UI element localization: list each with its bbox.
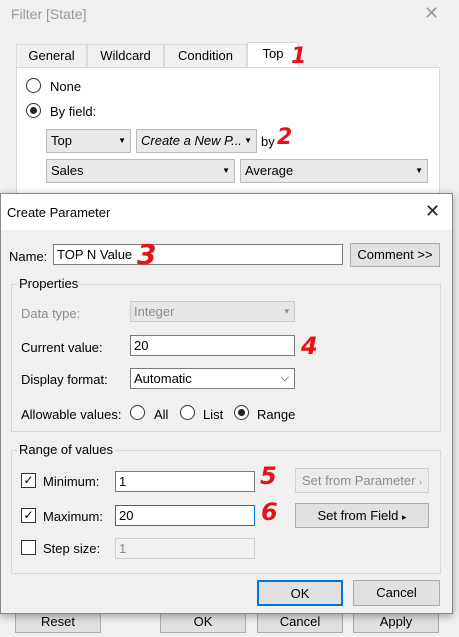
- annotation-4: 4: [301, 332, 318, 360]
- allowable-range-label: Range: [257, 407, 296, 422]
- chevron-right-icon: ›: [419, 477, 423, 487]
- display-format-value: Automatic: [134, 371, 192, 386]
- filter-cancel-button[interactable]: Cancel: [257, 611, 343, 633]
- tab-general[interactable]: General: [16, 44, 87, 68]
- annotation-6: 6: [261, 498, 278, 526]
- step-size-label: Step size:: [43, 541, 101, 556]
- tab-wildcard[interactable]: Wildcard: [87, 44, 164, 68]
- create-parameter-dialog: Create Parameter ✕ Name: TOP N Value 3 C…: [0, 193, 453, 614]
- tab-condition[interactable]: Condition: [164, 44, 247, 68]
- minimum-checkbox[interactable]: ✓: [21, 473, 36, 488]
- annotation-5: 5: [260, 462, 277, 490]
- data-type-select: Integer ▾: [130, 301, 295, 322]
- filter-button-strip: Reset OK Cancel Apply: [0, 611, 459, 637]
- field-combo[interactable]: Sales ▼: [46, 159, 235, 183]
- apply-button[interactable]: Apply: [353, 611, 439, 633]
- none-radio[interactable]: [26, 78, 41, 93]
- name-label: Name:: [9, 249, 48, 264]
- ok-button[interactable]: OK: [257, 580, 343, 606]
- chevron-right-icon: ▸: [402, 512, 407, 522]
- step-size-checkbox[interactable]: [21, 540, 36, 555]
- top-combo-value: Top: [51, 133, 72, 148]
- filter-title: Filter [State]: [11, 6, 87, 22]
- none-label: None: [50, 79, 82, 94]
- dialog-titlebar: Create Parameter ✕: [1, 194, 452, 230]
- annotation-1: 1: [291, 44, 307, 69]
- maximum-checkbox[interactable]: ✓: [21, 508, 36, 523]
- chevron-down-icon: ▼: [415, 166, 423, 175]
- maximum-label: Maximum:: [43, 509, 103, 524]
- annotation-3: 3: [137, 238, 157, 271]
- maximum-input[interactable]: 20: [115, 505, 255, 526]
- chevron-down-icon: ▼: [118, 136, 126, 145]
- minimum-input[interactable]: 1: [115, 471, 255, 492]
- chevron-down-icon: ▼: [244, 136, 252, 145]
- allowable-list-radio[interactable]: [180, 405, 195, 420]
- allowable-all-radio[interactable]: [130, 405, 145, 420]
- close-icon[interactable]: ✕: [424, 3, 439, 24]
- chevron-down-icon: ⌵: [280, 372, 289, 384]
- comment-button[interactable]: Comment >>: [350, 243, 440, 267]
- step-size-input: 1: [115, 538, 255, 559]
- data-type-label: Data type:: [21, 306, 81, 321]
- aggregation-combo-value: Average: [245, 163, 294, 178]
- chevron-down-icon: ▾: [284, 306, 289, 316]
- aggregation-combo[interactable]: Average ▼: [240, 159, 428, 183]
- display-format-label: Display format:: [21, 372, 108, 387]
- field-combo-value: Sales: [51, 163, 84, 178]
- parameter-combo[interactable]: Create a New P... ▼: [136, 129, 257, 153]
- set-from-parameter-button: Set from Parameter ›: [295, 468, 429, 493]
- display-format-select[interactable]: Automatic ⌵: [130, 368, 295, 389]
- parameter-combo-value: Create a New P...: [141, 133, 242, 148]
- allowable-values-label: Allowable values:: [21, 407, 122, 422]
- allowable-range-radio[interactable]: [234, 405, 249, 420]
- minimum-label: Minimum:: [43, 474, 100, 489]
- name-input[interactable]: TOP N Value: [53, 244, 343, 265]
- allowable-list-label: List: [203, 407, 224, 422]
- top-combo[interactable]: Top ▼: [46, 129, 131, 153]
- by-label: by: [261, 134, 275, 149]
- current-value-input[interactable]: 20: [130, 335, 295, 356]
- allowable-all-label: All: [154, 407, 169, 422]
- properties-header: Properties: [17, 276, 81, 291]
- reset-button[interactable]: Reset: [15, 611, 101, 633]
- by-field-radio[interactable]: [26, 103, 41, 118]
- close-icon[interactable]: ✕: [425, 201, 440, 222]
- range-of-values-header: Range of values: [17, 442, 115, 457]
- cancel-button[interactable]: Cancel: [353, 580, 440, 606]
- current-value-label: Current value:: [21, 340, 103, 355]
- data-type-value: Integer: [134, 304, 175, 319]
- annotation-2: 2: [277, 125, 293, 150]
- filter-ok-button[interactable]: OK: [160, 611, 246, 633]
- by-field-label: By field:: [50, 104, 97, 119]
- set-from-field-button[interactable]: Set from Field ▸: [295, 503, 429, 528]
- chevron-down-icon: ▼: [222, 166, 230, 175]
- dialog-title: Create Parameter: [7, 205, 111, 220]
